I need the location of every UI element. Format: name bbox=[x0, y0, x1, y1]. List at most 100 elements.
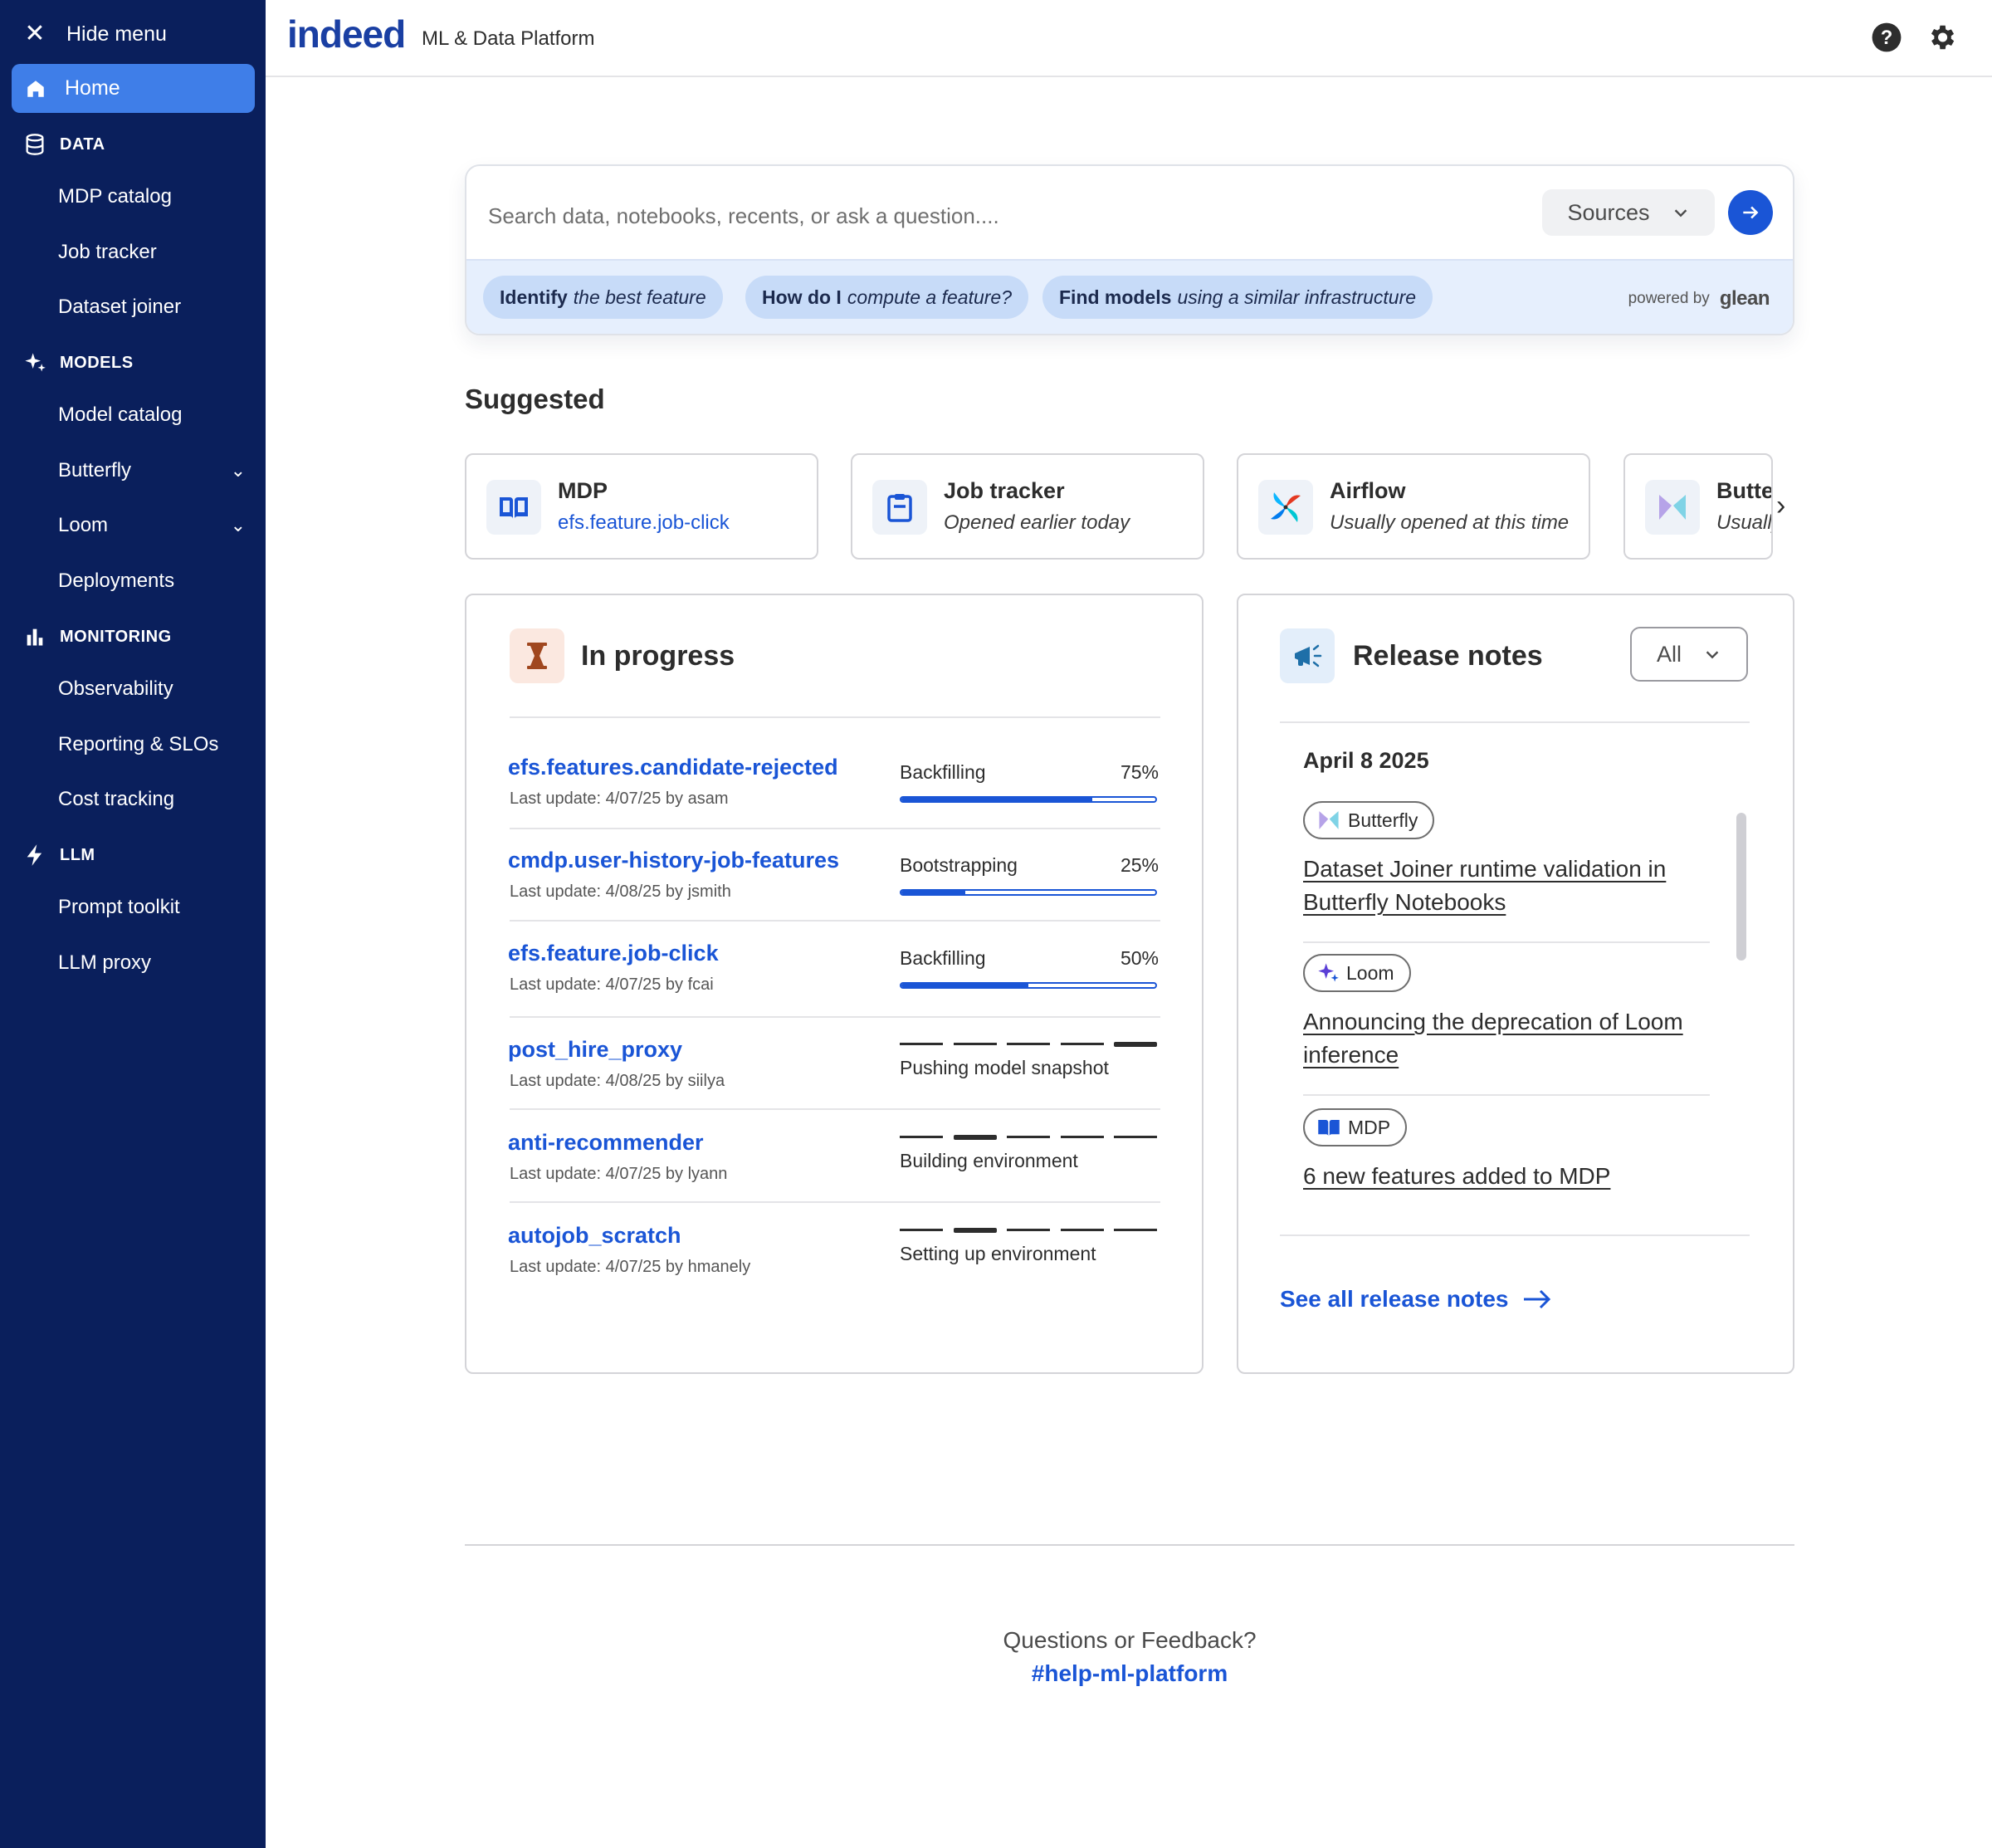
release-notes-title: Release notes bbox=[1353, 640, 1543, 672]
sidebar-item-prompt-toolkit[interactable]: Prompt toolkit bbox=[58, 891, 249, 924]
sources-dropdown[interactable]: Sources bbox=[1542, 189, 1715, 236]
section-label: MODELS bbox=[60, 353, 134, 372]
section-label: LLM bbox=[60, 845, 95, 864]
job-meta: Last update: 4/08/25 by siilya bbox=[510, 1072, 725, 1090]
product-name: ML & Data Platform bbox=[422, 27, 595, 50]
job-name-link[interactable]: post_hire_proxy bbox=[508, 1037, 682, 1063]
hide-menu-button[interactable]: ✕ Hide menu bbox=[23, 20, 167, 48]
clipboard-icon bbox=[872, 480, 927, 535]
card-title: Airflow bbox=[1330, 478, 1406, 503]
suggestion-chip[interactable]: Find models using a similar infrastructur… bbox=[1042, 276, 1433, 319]
divider bbox=[1280, 1234, 1750, 1236]
search-submit-button[interactable] bbox=[1728, 190, 1773, 235]
suggestion-chip[interactable]: How do Icompute a feature? bbox=[745, 276, 1029, 319]
book-icon bbox=[1318, 1120, 1340, 1137]
step-segment-active bbox=[1114, 1042, 1157, 1047]
sidebar-item-mdp-catalog[interactable]: MDP catalog bbox=[58, 180, 249, 213]
sidebar-item-label: LLM proxy bbox=[58, 951, 152, 974]
chip-rest: compute a feature? bbox=[847, 286, 1013, 308]
suggestion-chip[interactable]: Identify the best feature bbox=[483, 276, 723, 319]
sidebar-item-label: Cost tracking bbox=[58, 788, 175, 810]
step-segment bbox=[1114, 1136, 1157, 1138]
step-segment bbox=[1114, 1229, 1157, 1231]
step-indicator bbox=[900, 1042, 1157, 1047]
sidebar-item-label: MDP catalog bbox=[58, 185, 172, 208]
chip-bold: Find models bbox=[1059, 286, 1172, 308]
sidebar-item-llm-proxy[interactable]: LLM proxy bbox=[58, 946, 249, 980]
hide-menu-label: Hide menu bbox=[66, 22, 167, 46]
arrow-right-icon bbox=[1523, 1289, 1550, 1309]
divider bbox=[1280, 721, 1750, 723]
help-channel-link[interactable]: #help-ml-platform bbox=[465, 1660, 1794, 1687]
sparkle-icon bbox=[25, 353, 46, 372]
tag-label: Loom bbox=[1346, 961, 1394, 984]
divider bbox=[510, 1201, 1160, 1203]
sidebar-item-loom[interactable]: Loom ⌄ bbox=[58, 509, 249, 542]
see-all-release-notes-link[interactable]: See all release notes bbox=[1280, 1286, 1552, 1313]
chevron-down-icon[interactable]: ⌄ bbox=[231, 515, 246, 536]
sidebar-item-cost-tracking[interactable]: Cost tracking bbox=[58, 783, 249, 816]
sidebar-item-home[interactable]: Home bbox=[12, 64, 255, 113]
tag-label: MDP bbox=[1348, 1116, 1391, 1138]
database-icon bbox=[26, 134, 44, 155]
progress-bar bbox=[900, 796, 1157, 803]
job-name-link[interactable]: cmdp.user-history-job-features bbox=[508, 848, 839, 873]
step-segment bbox=[900, 1136, 943, 1138]
indeed-logo[interactable]: indeed bbox=[287, 12, 406, 56]
card-title: MDP bbox=[558, 478, 608, 503]
step-segment bbox=[1007, 1043, 1050, 1045]
scrollbar[interactable] bbox=[1736, 813, 1746, 961]
sidebar-item-dataset-joiner[interactable]: Dataset joiner bbox=[58, 291, 249, 324]
sidebar-item-model-catalog[interactable]: Model catalog bbox=[58, 398, 249, 432]
divider bbox=[510, 1108, 1160, 1110]
sidebar-item-deployments[interactable]: Deployments bbox=[58, 565, 249, 598]
card-subtitle[interactable]: efs.feature.job-click bbox=[558, 511, 730, 535]
butterfly-icon bbox=[1645, 480, 1700, 535]
sidebar-item-label: Butterfly bbox=[58, 459, 132, 482]
release-note-link[interactable]: 6 new features added to MDP bbox=[1303, 1160, 1702, 1193]
step-segment bbox=[1007, 1136, 1050, 1138]
powered-by: powered by glean bbox=[1628, 287, 1770, 310]
job-name-link[interactable]: efs.feature.job-click bbox=[508, 941, 719, 966]
bar-chart-icon bbox=[27, 628, 43, 646]
job-percent: 50% bbox=[1120, 947, 1159, 969]
section-llm: LLM bbox=[23, 841, 95, 869]
divider bbox=[510, 828, 1160, 829]
chevron-down-icon bbox=[1674, 209, 1687, 218]
chip-rest: using a similar infrastructure bbox=[1177, 286, 1417, 308]
release-filter-dropdown[interactable]: All bbox=[1630, 627, 1748, 682]
release-note-link[interactable]: Announcing the deprecation of Loom infer… bbox=[1303, 1005, 1702, 1072]
sidebar-item-butterfly[interactable]: Butterfly ⌄ bbox=[58, 454, 249, 487]
sidebar-item-observability[interactable]: Observability bbox=[58, 672, 249, 706]
in-progress-panel: In progress efs.features.candidate-rejec… bbox=[465, 594, 1204, 1374]
job-name-link[interactable]: anti-recommender bbox=[508, 1130, 704, 1156]
section-data: DATA bbox=[23, 130, 105, 159]
suggested-card-butterfly[interactable]: Butterfly Usually opened at this time bbox=[1623, 453, 1773, 560]
job-name-link[interactable]: autojob_scratch bbox=[508, 1223, 681, 1249]
sources-label: Sources bbox=[1567, 199, 1650, 225]
book-icon bbox=[486, 480, 541, 535]
search-input[interactable] bbox=[488, 199, 1484, 232]
powered-by-label: powered by bbox=[1628, 290, 1710, 307]
sidebar-item-job-tracker[interactable]: Job tracker bbox=[58, 236, 249, 269]
chevron-down-icon[interactable]: ⌄ bbox=[231, 460, 246, 482]
chevron-right-icon[interactable]: › bbox=[1776, 490, 1785, 522]
home-icon bbox=[27, 80, 44, 97]
release-date: April 8 2025 bbox=[1303, 748, 1429, 773]
job-meta: Last update: 4/07/25 by lyann bbox=[510, 1165, 728, 1183]
suggested-card-job-tracker[interactable]: Job tracker Opened earlier today bbox=[851, 453, 1204, 560]
gear-icon[interactable] bbox=[1926, 22, 1957, 53]
section-label: MONITORING bbox=[60, 627, 172, 646]
help-icon[interactable]: ? bbox=[1871, 22, 1902, 53]
job-percent: 75% bbox=[1120, 761, 1159, 783]
step-segment bbox=[900, 1043, 943, 1045]
suggested-card-airflow[interactable]: Airflow Usually opened at this time bbox=[1237, 453, 1590, 560]
suggested-heading: Suggested bbox=[465, 384, 605, 414]
release-note-link[interactable]: Dataset Joiner runtime validation in But… bbox=[1303, 853, 1702, 919]
job-status: Bootstrapping bbox=[900, 854, 1018, 876]
sidebar-item-reporting-slos[interactable]: Reporting & SLOs bbox=[58, 728, 249, 761]
suggested-card-mdp[interactable]: MDP efs.feature.job-click bbox=[465, 453, 818, 560]
sidebar-item-label: Dataset joiner bbox=[58, 296, 182, 318]
job-name-link[interactable]: efs.features.candidate-rejected bbox=[508, 755, 838, 780]
filter-label: All bbox=[1656, 641, 1682, 667]
